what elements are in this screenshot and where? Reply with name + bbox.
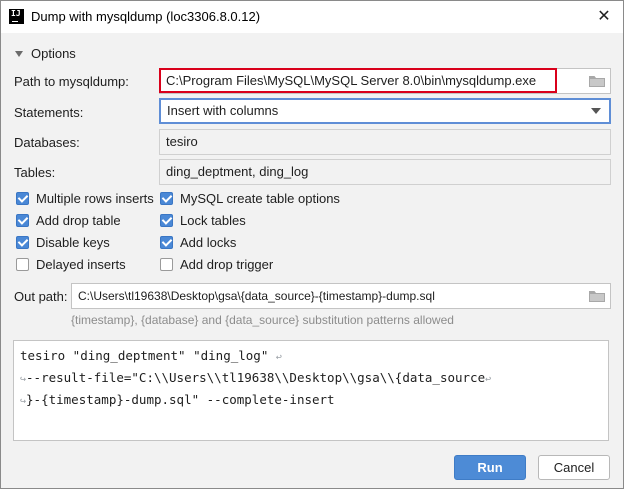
checkbox-label: Lock tables: [180, 213, 246, 228]
databases-value: tesiro: [166, 134, 198, 149]
browse-path-folder-icon[interactable]: [588, 74, 606, 88]
options-section-toggle[interactable]: Options: [15, 46, 76, 61]
command-line: ↪--result-file="C:\\Users\\tl19638\\Desk…: [20, 370, 492, 385]
dialog-title: Dump with mysqldump (loc3306.8.0.12): [31, 9, 261, 24]
path-input[interactable]: C:\Program Files\MySQL\MySQL Server 8.0\…: [159, 68, 611, 94]
checkbox-label: Add locks: [180, 235, 237, 250]
cancel-button[interactable]: Cancel: [538, 455, 610, 480]
checkbox-checked-icon: [160, 236, 173, 249]
command-line: ↪}-{timestamp}-dump.sql" --complete-inse…: [20, 392, 335, 407]
checkbox-label: Add drop table: [36, 213, 121, 228]
checkbox-mysql-create-table-options[interactable]: MySQL create table options: [160, 191, 340, 207]
out-path-value: C:\Users\tl19638\Desktop\gsa\{data_sourc…: [78, 289, 435, 303]
checkbox-checked-icon: [160, 192, 173, 205]
tables-value: ding_deptment, ding_log: [166, 164, 309, 179]
checkbox-label: Delayed inserts: [36, 257, 126, 272]
run-button[interactable]: Run: [454, 455, 526, 480]
databases-label: Databases:: [14, 135, 80, 150]
intellij-app-icon: IJ: [9, 9, 24, 24]
path-value: C:\Program Files\MySQL\MySQL Server 8.0\…: [166, 73, 537, 88]
command-preview[interactable]: tesiro "ding_deptment" "ding_log" ↩ ↪--r…: [13, 340, 609, 441]
checkbox-multiple-rows-inserts[interactable]: Multiple rows inserts: [16, 191, 154, 207]
checkbox-label: MySQL create table options: [180, 191, 340, 206]
out-path-label: Out path:: [14, 289, 68, 304]
checkbox-checked-icon: [16, 192, 29, 205]
checkbox-add-drop-table[interactable]: Add drop table: [16, 213, 121, 229]
soft-wrap-icon: ↩: [485, 374, 492, 385]
path-label: Path to mysqldump:: [14, 74, 129, 89]
tables-field: ding_deptment, ding_log: [159, 159, 611, 185]
chevron-down-icon: [591, 108, 601, 114]
checkbox-checked-icon: [16, 214, 29, 227]
checkbox-checked-icon: [16, 236, 29, 249]
out-path-hint: {timestamp}, {database} and {data_source…: [71, 313, 454, 327]
checkbox-lock-tables[interactable]: Lock tables: [160, 213, 246, 229]
statements-selected-value: Insert with columns: [167, 103, 279, 118]
checkbox-add-drop-trigger[interactable]: Add drop trigger: [160, 257, 273, 273]
dump-dialog: IJ Dump with mysqldump (loc3306.8.0.12) …: [0, 0, 624, 489]
options-section-label: Options: [31, 46, 76, 61]
soft-wrap-icon: ↩: [275, 352, 282, 363]
tables-label: Tables:: [14, 165, 56, 180]
checkbox-label: Multiple rows inserts: [36, 191, 154, 206]
browse-out-path-folder-icon[interactable]: [588, 289, 606, 303]
command-line: tesiro "ding_deptment" "ding_log" ↩: [20, 348, 282, 363]
checkbox-add-locks[interactable]: Add locks: [160, 235, 236, 251]
checkbox-disable-keys[interactable]: Disable keys: [16, 235, 110, 251]
close-button[interactable]: ✕: [591, 5, 617, 29]
statements-label: Statements:: [14, 105, 84, 120]
checkbox-label: Add drop trigger: [180, 257, 274, 272]
checkbox-delayed-inserts[interactable]: Delayed inserts: [16, 257, 126, 273]
databases-field: tesiro: [159, 129, 611, 155]
statements-select[interactable]: Insert with columns: [159, 98, 611, 124]
checkbox-checked-icon: [160, 214, 173, 227]
checkbox-unchecked-icon: [16, 258, 29, 271]
collapse-triangle-icon: [15, 51, 23, 57]
out-path-input[interactable]: C:\Users\tl19638\Desktop\gsa\{data_sourc…: [71, 283, 611, 309]
title-bar: IJ Dump with mysqldump (loc3306.8.0.12) …: [1, 1, 623, 33]
checkbox-label: Disable keys: [36, 235, 110, 250]
checkbox-unchecked-icon: [160, 258, 173, 271]
